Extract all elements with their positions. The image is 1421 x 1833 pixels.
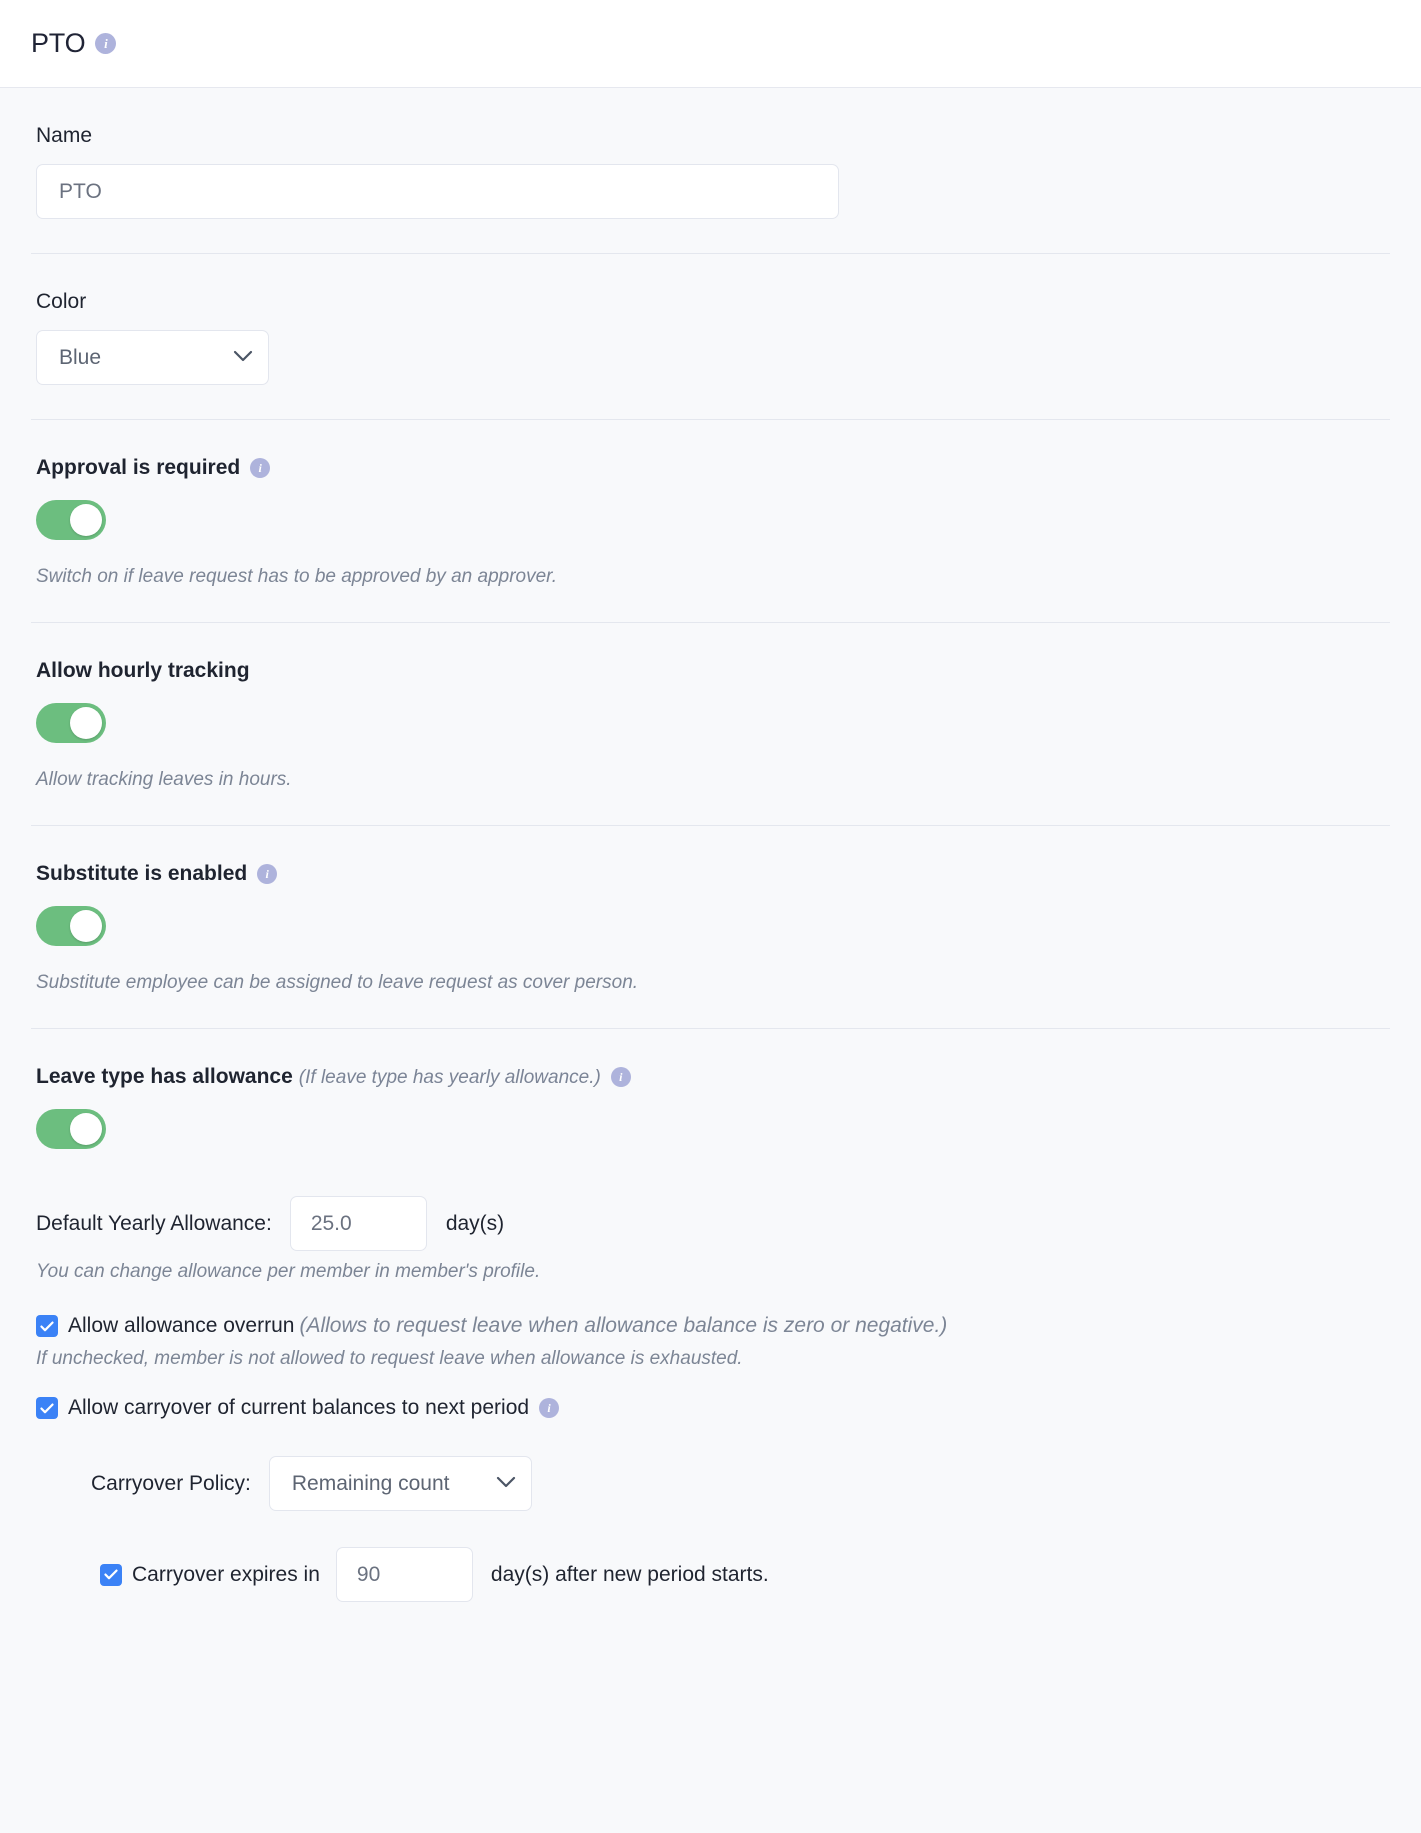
carryover-expires-label: Carryover expires in: [132, 1562, 320, 1586]
allow-carryover-checkbox[interactable]: [36, 1397, 58, 1419]
approval-label-text: Approval is required: [36, 456, 241, 479]
section-approval: Approval is required i Switch on if leave…: [31, 420, 1390, 623]
info-icon[interactable]: i: [539, 1398, 560, 1418]
allow-allowance-overrun-row: Allow allowance overrun (Allows to reques…: [36, 1314, 1390, 1338]
allow-carryover-label: Allow carryover of current balances to n…: [68, 1396, 530, 1419]
section-color: Color Blue: [31, 254, 1390, 420]
allow-carryover-row: Allow carryover of current balances to n…: [36, 1396, 1390, 1420]
default-yearly-allowance-input[interactable]: [289, 1196, 427, 1251]
carryover-expires-days-input[interactable]: [335, 1547, 473, 1602]
allow-allowance-overrun-hint: If unchecked, member is not allowed to r…: [36, 1348, 743, 1369]
approval-label: Approval is required i: [36, 456, 1390, 480]
leave-type-has-allowance-toggle[interactable]: [36, 1109, 106, 1149]
substitute-hint: Substitute employee can be assigned to l…: [36, 972, 639, 993]
settings-body: Name Color Blue Approval is required i: [0, 88, 1421, 1652]
carryover-policy-label: Carryover Policy:: [91, 1471, 251, 1495]
allow-allowance-overrun-hint-inline: (Allows to request leave when allowance …: [299, 1314, 948, 1337]
toggle-knob: [70, 1113, 102, 1145]
hourly-tracking-toggle[interactable]: [36, 703, 106, 743]
default-yearly-allowance-row: Default Yearly Allowance: day(s): [36, 1196, 1390, 1251]
carryover-policy-select-wrapper: Remaining count: [268, 1456, 532, 1511]
toggle-knob: [70, 504, 102, 536]
section-allowance: Leave type has allowance (If leave type h…: [31, 1029, 1390, 1612]
toggle-knob: [70, 707, 102, 739]
allow-allowance-overrun-text: Allow allowance overrun: [68, 1314, 295, 1337]
substitute-label: Substitute is enabled i: [36, 862, 1390, 886]
substitute-label-text: Substitute is enabled: [36, 862, 248, 885]
section-substitute: Substitute is enabled i Substitute employ…: [31, 826, 1390, 1029]
page-title: PTO: [31, 28, 86, 58]
hourly-tracking-label: Allow hourly tracking: [36, 659, 250, 682]
color-select-value: Blue: [59, 345, 102, 369]
carryover-expires-tail: day(s) after new period starts.: [490, 1562, 769, 1586]
carryover-policy-select[interactable]: Remaining count: [268, 1456, 532, 1511]
allowance-label-text: Leave type has allowance: [36, 1065, 293, 1088]
color-label: Color: [36, 290, 87, 313]
carryover-expires-checkbox[interactable]: [100, 1563, 122, 1586]
info-icon[interactable]: i: [95, 33, 117, 54]
approval-required-toggle[interactable]: [36, 500, 106, 540]
info-icon[interactable]: i: [250, 458, 271, 479]
default-yearly-allowance-unit: day(s): [445, 1211, 505, 1235]
substitute-enabled-toggle[interactable]: [36, 906, 106, 946]
toggle-knob: [70, 910, 102, 942]
default-yearly-allowance-label: Default Yearly Allowance:: [36, 1211, 272, 1235]
panel-header: PTO i: [0, 0, 1421, 88]
section-hourly-tracking: Allow hourly tracking Allow tracking lea…: [31, 623, 1390, 826]
hourly-tracking-hint: Allow tracking leaves in hours.: [36, 769, 292, 790]
name-label: Name: [36, 124, 93, 147]
color-select-wrapper: Blue: [36, 330, 269, 385]
allowance-label-hint: (If leave type has yearly allowance.): [298, 1067, 601, 1088]
info-icon[interactable]: i: [257, 864, 278, 885]
approval-hint: Switch on if leave request has to be app…: [36, 566, 558, 587]
leave-type-settings-page: PTO i Name Color Blue: [0, 0, 1421, 1833]
default-yearly-allowance-hint: You can change allowance per member in m…: [36, 1261, 541, 1282]
carryover-policy-row: Carryover Policy: Remaining count: [91, 1456, 1390, 1511]
allow-allowance-overrun-checkbox[interactable]: [36, 1315, 58, 1337]
info-icon[interactable]: i: [610, 1067, 631, 1088]
carryover-policy-value: Remaining count: [291, 1471, 450, 1495]
name-input[interactable]: [36, 164, 839, 219]
color-select[interactable]: Blue: [36, 330, 269, 385]
allow-allowance-overrun-label: Allow allowance overrun (Allows to reques…: [68, 1314, 947, 1338]
carryover-expires-row: Carryover expires in day(s) after new pe…: [100, 1547, 1390, 1602]
section-name: Name: [31, 88, 1390, 254]
allowance-label: Leave type has allowance (If leave type h…: [36, 1065, 1390, 1089]
